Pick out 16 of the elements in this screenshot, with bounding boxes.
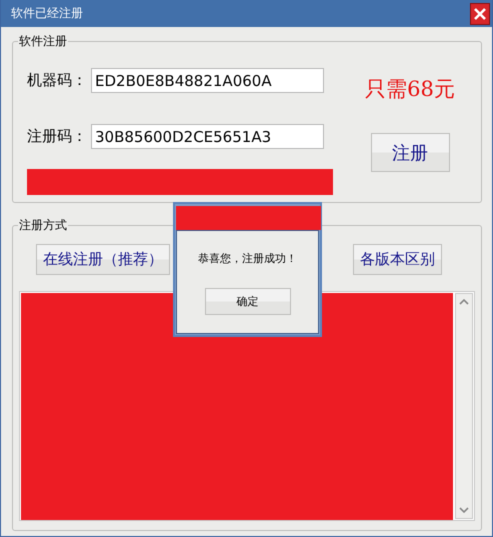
close-button[interactable] [470, 2, 490, 24]
input-field[interactable]: ED2B0E8B48821A060A [91, 68, 324, 93]
price-text: 只需68元 [365, 76, 455, 103]
method-button[interactable]: 各版本区别 [353, 244, 442, 275]
register-button[interactable]: 注册 [370, 133, 450, 172]
field-label: 注册码： [27, 127, 88, 146]
input-field[interactable]: 30B85600D2CE5651A3 [91, 124, 324, 149]
method-button[interactable]: 在线注册（推荐） [36, 244, 170, 275]
scrollbar[interactable] [455, 293, 473, 519]
group-legend: 软件注册 [18, 33, 68, 49]
window-title: 软件已经注册 [11, 5, 83, 22]
group-legend: 注册方式 [18, 217, 68, 233]
field-label: 机器码： [27, 71, 88, 90]
ok-button[interactable]: 确定 [204, 288, 290, 315]
close-icon [473, 6, 487, 20]
message-text: 恭喜您，注册成功！ [198, 251, 297, 266]
